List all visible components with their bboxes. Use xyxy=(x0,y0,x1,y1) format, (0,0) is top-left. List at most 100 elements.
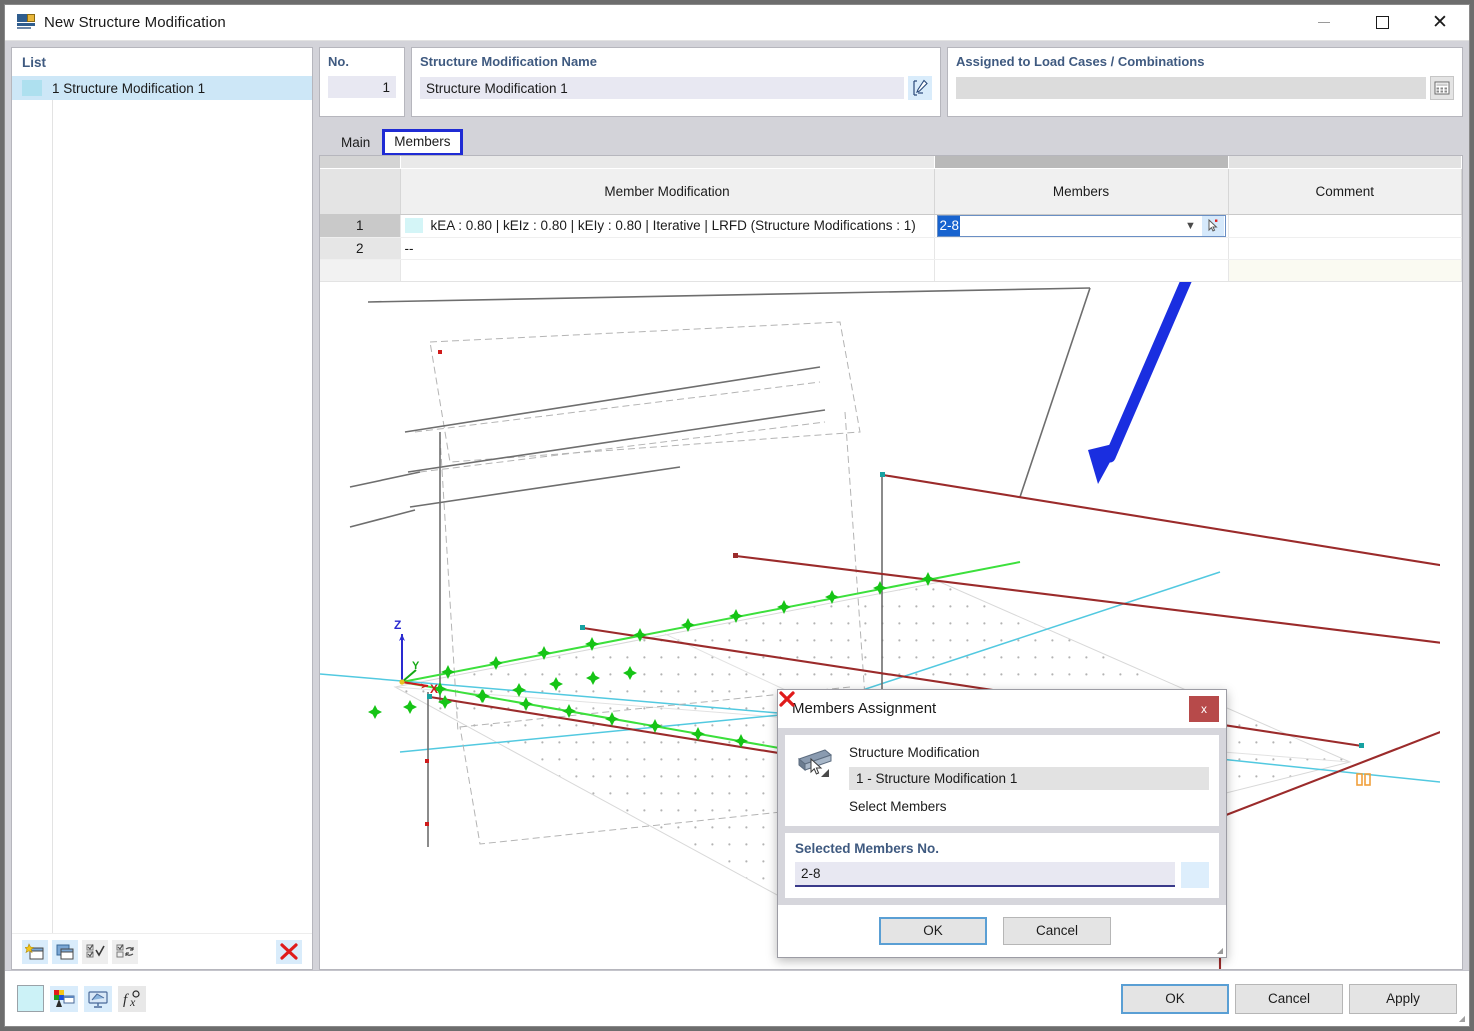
ok-button[interactable]: OK xyxy=(1121,984,1229,1014)
no-value: 1 xyxy=(328,76,396,98)
cell-comment[interactable] xyxy=(1228,237,1462,259)
selected-members-input[interactable]: 2-8 xyxy=(795,862,1175,887)
window-body: List 1 Structure Modification 1 xyxy=(5,41,1469,970)
model-viewport[interactable]: Z X Y xyxy=(320,282,1462,970)
invert-selection-button[interactable] xyxy=(112,940,138,964)
edit-name-button[interactable] xyxy=(908,76,932,100)
assigned-field-box: Assigned to Load Cases / Combinations xyxy=(947,47,1463,117)
check-all-icon xyxy=(85,943,105,961)
list-area: 1 Structure Modification 1 xyxy=(12,76,312,933)
header-fields: No. 1 Structure Modification Name Struct… xyxy=(319,47,1463,117)
column-header-comment[interactable]: Comment xyxy=(1228,168,1462,214)
table-row-empty[interactable] xyxy=(320,259,1462,281)
dialog-resize-grip[interactable]: ◢ xyxy=(1217,946,1223,955)
no-field-box: No. 1 xyxy=(319,47,405,117)
delete-item-button[interactable] xyxy=(276,940,302,964)
name-label: Structure Modification Name xyxy=(420,54,932,69)
clear-selection-button[interactable] xyxy=(1181,862,1209,888)
name-input[interactable]: Structure Modification 1 xyxy=(420,77,904,99)
formula-button[interactable]: f x xyxy=(118,986,146,1012)
display-properties-icon xyxy=(53,989,75,1009)
assign-load-cases-button[interactable] xyxy=(1430,76,1454,100)
no-label: No. xyxy=(328,54,396,69)
members-value: 2-8 xyxy=(938,216,961,236)
column-header-members[interactable]: Members xyxy=(934,168,1228,214)
list-item-label: 1 Structure Modification 1 xyxy=(52,81,205,96)
tab-members[interactable]: Members xyxy=(382,129,462,156)
structure-modification-combo[interactable]: 1 - Structure Modification 1 xyxy=(849,767,1209,790)
column-header-member-modification[interactable]: Member Modification xyxy=(400,168,934,214)
apply-button[interactable]: Apply xyxy=(1349,984,1457,1014)
chevron-down-icon[interactable]: ▼ xyxy=(1180,220,1202,232)
footer-bar: f x OK Cancel Apply ◢ xyxy=(5,970,1469,1026)
edit-pencil-icon xyxy=(911,79,929,97)
maximize-button[interactable] xyxy=(1353,5,1411,41)
tab-strip: Main Members xyxy=(319,123,1463,155)
list-toolbar xyxy=(12,933,312,969)
table-header-strip xyxy=(320,156,1462,168)
row-index: 1 xyxy=(320,214,400,237)
members-combo-editor[interactable]: 2-8 ▼ xyxy=(937,215,1226,237)
window-resize-grip[interactable]: ◢ xyxy=(1459,1014,1465,1023)
cell-members[interactable] xyxy=(934,259,1228,281)
new-item-button[interactable] xyxy=(22,940,48,964)
dialog-close-icon: x xyxy=(1201,702,1207,716)
pick-members-cursor-icon xyxy=(1206,219,1220,233)
members-assignment-dialog: Members Assignment x xyxy=(777,689,1227,958)
table-row[interactable]: 2 -- xyxy=(320,237,1462,259)
window-title: New Structure Modification xyxy=(44,14,226,31)
cell-members[interactable]: 2-8 ▼ xyxy=(934,214,1228,237)
cell-member-modification[interactable]: kEA : 0.80 | kEIz : 0.80 | kEIy : 0.80 |… xyxy=(400,214,934,237)
formula-fx-icon: f x xyxy=(121,989,143,1009)
tab-main[interactable]: Main xyxy=(329,130,382,156)
member-beam-cursor-icon xyxy=(795,745,837,785)
title-bar: New Structure Modification ✕ xyxy=(5,5,1469,41)
dialog-window: New Structure Modification ✕ List 1 Stru… xyxy=(4,4,1470,1027)
list-column-divider xyxy=(52,100,53,933)
dialog-ok-button[interactable]: OK xyxy=(879,917,987,945)
cell-member-modification[interactable]: -- xyxy=(400,237,934,259)
dialog-button-bar: OK Cancel xyxy=(778,905,1226,957)
dialog-cancel-button[interactable]: Cancel xyxy=(1003,917,1111,945)
members-table: Member Modification Members Comment 1 kE… xyxy=(320,156,1462,282)
cell-comment[interactable] xyxy=(1228,259,1462,281)
select-all-button[interactable] xyxy=(82,940,108,964)
cancel-button[interactable]: Cancel xyxy=(1235,984,1343,1014)
minimize-button[interactable] xyxy=(1295,5,1353,41)
cell-members[interactable] xyxy=(934,237,1228,259)
close-button[interactable]: ✕ xyxy=(1411,5,1469,41)
table-row[interactable]: 1 kEA : 0.80 | kEIz : 0.80 | kEIy : 0.80… xyxy=(320,214,1462,237)
dialog-title-bar: Members Assignment x xyxy=(778,690,1226,728)
members-tab-content: Member Modification Members Comment 1 kE… xyxy=(319,155,1463,970)
member-select-icon xyxy=(795,745,837,785)
color-swatch[interactable] xyxy=(17,985,44,1012)
cell-member-modification-text: kEA : 0.80 | kEIz : 0.80 | kEIy : 0.80 |… xyxy=(431,218,916,233)
display-properties-button[interactable] xyxy=(50,986,78,1012)
cell-member-modification[interactable] xyxy=(400,259,934,281)
new-window-icon xyxy=(25,943,45,961)
cell-comment[interactable] xyxy=(1228,214,1462,237)
row-index xyxy=(320,259,400,281)
select-members-label[interactable]: Select Members xyxy=(849,799,1209,814)
svg-text:f: f xyxy=(123,992,129,1008)
dialog-close-button[interactable]: x xyxy=(1189,696,1219,722)
clear-red-x-icon xyxy=(778,690,796,708)
minimize-icon xyxy=(1318,22,1330,23)
view-settings-button[interactable] xyxy=(84,986,112,1012)
list-item[interactable]: 1 Structure Modification 1 xyxy=(12,76,312,100)
copy-item-button[interactable] xyxy=(52,940,78,964)
dialog-structure-section: Structure Modification 1 - Structure Mod… xyxy=(785,735,1219,826)
modification-color-swatch xyxy=(405,218,423,233)
list-panel-title: List xyxy=(12,48,312,76)
selected-members-label: Selected Members No. xyxy=(795,841,1209,856)
list-item-color-swatch xyxy=(22,80,42,96)
pick-members-button[interactable] xyxy=(1202,216,1224,236)
name-field-box: Structure Modification Name Structure Mo… xyxy=(411,47,941,117)
dialog-title: Members Assignment xyxy=(792,700,936,717)
structure-modification-icon xyxy=(17,14,35,32)
window-controls: ✕ xyxy=(1295,5,1469,41)
close-icon: ✕ xyxy=(1432,13,1448,32)
column-header-index[interactable] xyxy=(320,168,400,214)
dialog-selected-members-section: Selected Members No. 2-8 xyxy=(785,833,1219,898)
list-panel: List 1 Structure Modification 1 xyxy=(11,47,313,970)
